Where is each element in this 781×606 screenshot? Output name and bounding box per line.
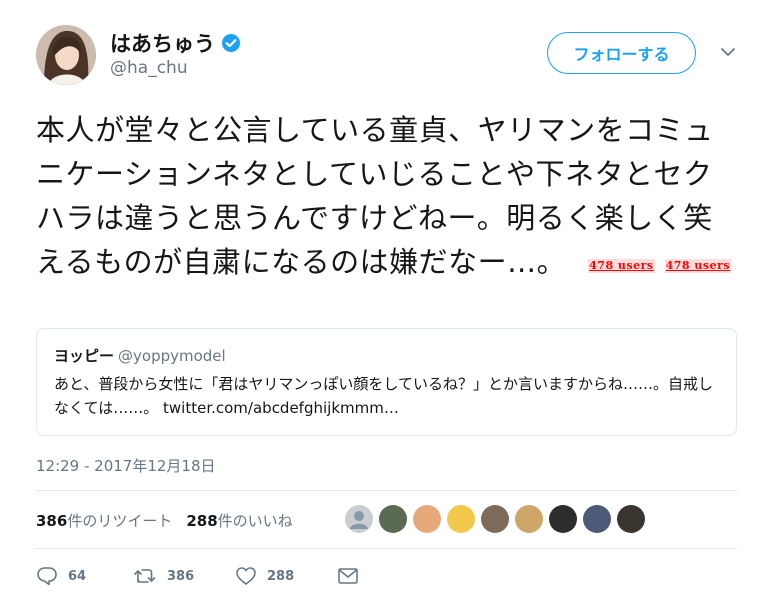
divider (36, 548, 737, 549)
liker-avatar[interactable] (549, 505, 577, 533)
tweet-text: 本人が堂々と公言している童貞、ヤリマンをコミュニケーションネタとしていじることや… (36, 108, 736, 284)
quoted-tweet[interactable]: ヨッピー @yoppymodel あと、普段から女性に「君はヤリマンっぽい顔をして… (36, 328, 737, 436)
retweet-stat-label: 件のリツイート (67, 512, 173, 530)
liker-avatar[interactable] (345, 505, 373, 533)
reply-count: 64 (68, 568, 87, 584)
liker-avatar[interactable] (515, 505, 543, 533)
liker-avatars (345, 505, 645, 533)
like-count: 288 (267, 568, 295, 584)
follow-button[interactable]: フォローする (547, 32, 696, 74)
screen-name[interactable]: @ha_chu (110, 58, 188, 78)
quoted-tweet-name: ヨッピー (54, 347, 115, 365)
liker-avatar[interactable] (379, 505, 407, 533)
like-stat-label: 件のいいね (217, 512, 293, 530)
reply-icon (36, 566, 58, 586)
hatena-bookmark-badge[interactable]: 478 users (664, 259, 732, 273)
verified-badge-icon (221, 33, 241, 53)
retweet-count: 386 (167, 568, 195, 584)
liker-avatar[interactable] (481, 505, 509, 533)
reply-button[interactable]: 64 (36, 566, 133, 586)
quoted-tweet-text: あと、普段から女性に「君はヤリマンっぽい顔をしているね？」とか言いますからね……… (54, 375, 713, 417)
liker-avatar[interactable] (447, 505, 475, 533)
chevron-down-icon[interactable] (719, 44, 737, 58)
liker-avatar[interactable] (617, 505, 645, 533)
liker-avatar[interactable] (413, 505, 441, 533)
display-name-text[interactable]: はあちゅう (110, 28, 215, 58)
direct-message-button[interactable] (337, 567, 359, 585)
user-name[interactable]: はあちゅう (110, 28, 241, 58)
tweet-timestamp[interactable]: 12:29 - 2017年12月18日 (36, 455, 216, 476)
like-stat-count: 288 (186, 512, 218, 530)
like-stat[interactable]: 288件のいいね (186, 510, 292, 531)
avatar-image (36, 25, 96, 85)
user-avatar[interactable] (36, 25, 96, 85)
like-button[interactable]: 288 (235, 566, 337, 586)
hatena-bookmark-badge[interactable]: 478 users (588, 259, 655, 273)
retweet-stat[interactable]: 386件のリツイート (36, 510, 172, 531)
quoted-tweet-handle: @yoppymodel (118, 347, 226, 365)
tweet-stats: 386件のリツイート 288件のいいね (36, 510, 293, 531)
retweet-icon (133, 567, 157, 585)
retweet-button[interactable]: 386 (133, 567, 235, 585)
tweet-actions: 64 386 288 (36, 566, 359, 586)
envelope-icon (337, 567, 359, 585)
liker-avatar[interactable] (583, 505, 611, 533)
divider (36, 490, 737, 491)
tweet-body: 本人が堂々と公言している童貞、ヤリマンをコミュニケーションネタとしていじることや… (36, 113, 714, 279)
heart-icon (235, 566, 257, 586)
retweet-stat-count: 386 (36, 512, 68, 530)
quoted-tweet-header: ヨッピー @yoppymodel (54, 345, 722, 366)
